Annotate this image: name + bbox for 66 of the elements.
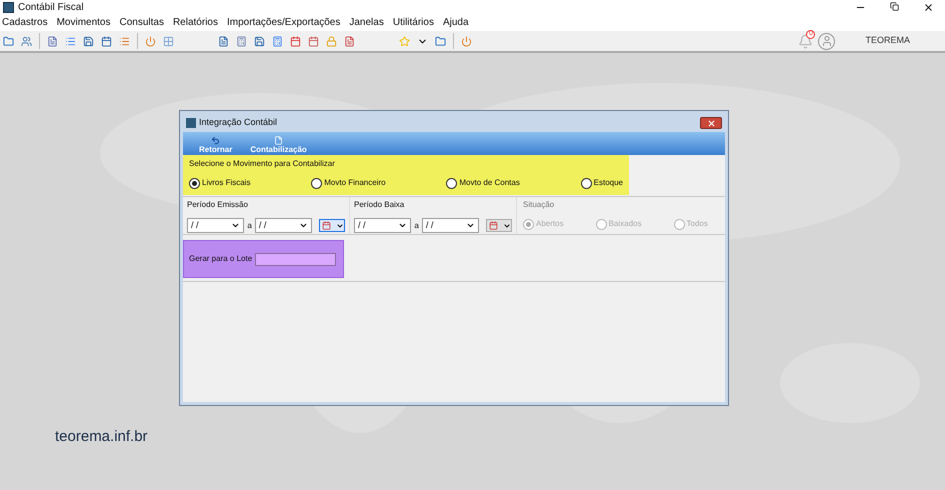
- dropdown-icon: [502, 222, 511, 230]
- radio-button[interactable]: [580, 178, 592, 188]
- bell-icon[interactable]: [798, 34, 814, 48]
- document-icon: [274, 136, 284, 145]
- date-field[interactable]: / /: [354, 218, 412, 233]
- close-icon: [922, 2, 934, 13]
- dropdown-icon: [398, 221, 408, 230]
- radio-label: Todos: [686, 218, 708, 230]
- restore-icon: [890, 2, 898, 11]
- menu-item[interactable]: Utilitários: [392, 15, 434, 30]
- menu-item[interactable]: Consultas: [119, 15, 164, 30]
- calculator-icon[interactable]: [272, 36, 283, 46]
- grid-icon[interactable]: [163, 36, 174, 46]
- calendar-button[interactable]: [319, 219, 345, 232]
- field-label: Gerar para o Lote: [189, 253, 252, 265]
- menu-item[interactable]: Relatórios: [172, 15, 218, 30]
- menu-item[interactable]: Cadastros: [2, 15, 48, 30]
- schedule-icon[interactable]: [308, 36, 319, 46]
- radio-button[interactable]: [311, 178, 322, 188]
- group-label: Período Emissão: [187, 199, 249, 211]
- radio-label: Abertos: [536, 218, 564, 230]
- lot-input-field[interactable]: [255, 252, 336, 266]
- separator-text: a: [247, 220, 252, 232]
- dropdown-icon: [466, 221, 476, 230]
- user-avatar-icon[interactable]: [818, 32, 836, 50]
- menu-item[interactable]: Ajuda: [442, 15, 469, 30]
- dropdown-icon: [299, 221, 308, 230]
- dialog-title: Integração Contábil: [199, 116, 278, 130]
- user-name: TEOREMA: [865, 34, 910, 48]
- close-button[interactable]: [700, 117, 722, 129]
- power-icon[interactable]: [461, 36, 472, 46]
- menu-item[interactable]: Movimentos: [56, 15, 110, 30]
- menu-item[interactable]: Janelas: [349, 15, 384, 30]
- star-icon[interactable]: [399, 36, 410, 46]
- radio-button[interactable]: [446, 178, 458, 188]
- window-title: Contábil Fiscal: [18, 1, 84, 15]
- folder-icon[interactable]: [3, 36, 14, 46]
- group-label: Selecione o Movimento para Contabilizar: [189, 158, 336, 170]
- close-icon: [706, 118, 716, 128]
- dropdown-icon: [336, 222, 344, 230]
- date-field[interactable]: / /: [422, 218, 480, 233]
- dropdown-icon: [231, 221, 240, 230]
- calendar-button[interactable]: [486, 219, 512, 232]
- date-field[interactable]: / /: [187, 218, 244, 233]
- report-icon[interactable]: [218, 36, 229, 46]
- separator-text: a: [414, 220, 419, 232]
- group-label: Situação: [523, 199, 556, 211]
- undo-arrow-icon: [211, 136, 220, 145]
- calendar-icon: [489, 221, 498, 230]
- list-icon[interactable]: [65, 36, 76, 46]
- radio-button[interactable]: [189, 178, 200, 188]
- users-icon[interactable]: [21, 36, 32, 46]
- group-label: Período Baixa: [354, 199, 406, 211]
- radio-label: Livros Fiscais: [202, 177, 250, 189]
- radio-label: Movto de Contas: [459, 177, 520, 189]
- calendar-icon: [322, 221, 332, 230]
- menu-item[interactable]: Importações/Exportações: [226, 15, 340, 30]
- website-text: teorema.inf.br: [55, 426, 148, 446]
- radio-label: Estoque: [594, 177, 623, 189]
- app-icon: [3, 2, 14, 13]
- dialog-icon: [186, 118, 196, 128]
- calendar-icon[interactable]: [290, 36, 301, 46]
- search-document-icon[interactable]: [344, 36, 355, 46]
- date-field[interactable]: / /: [254, 218, 312, 233]
- radio-label: Movto Financeiro: [324, 177, 386, 189]
- radio-label: Baixados: [608, 218, 642, 230]
